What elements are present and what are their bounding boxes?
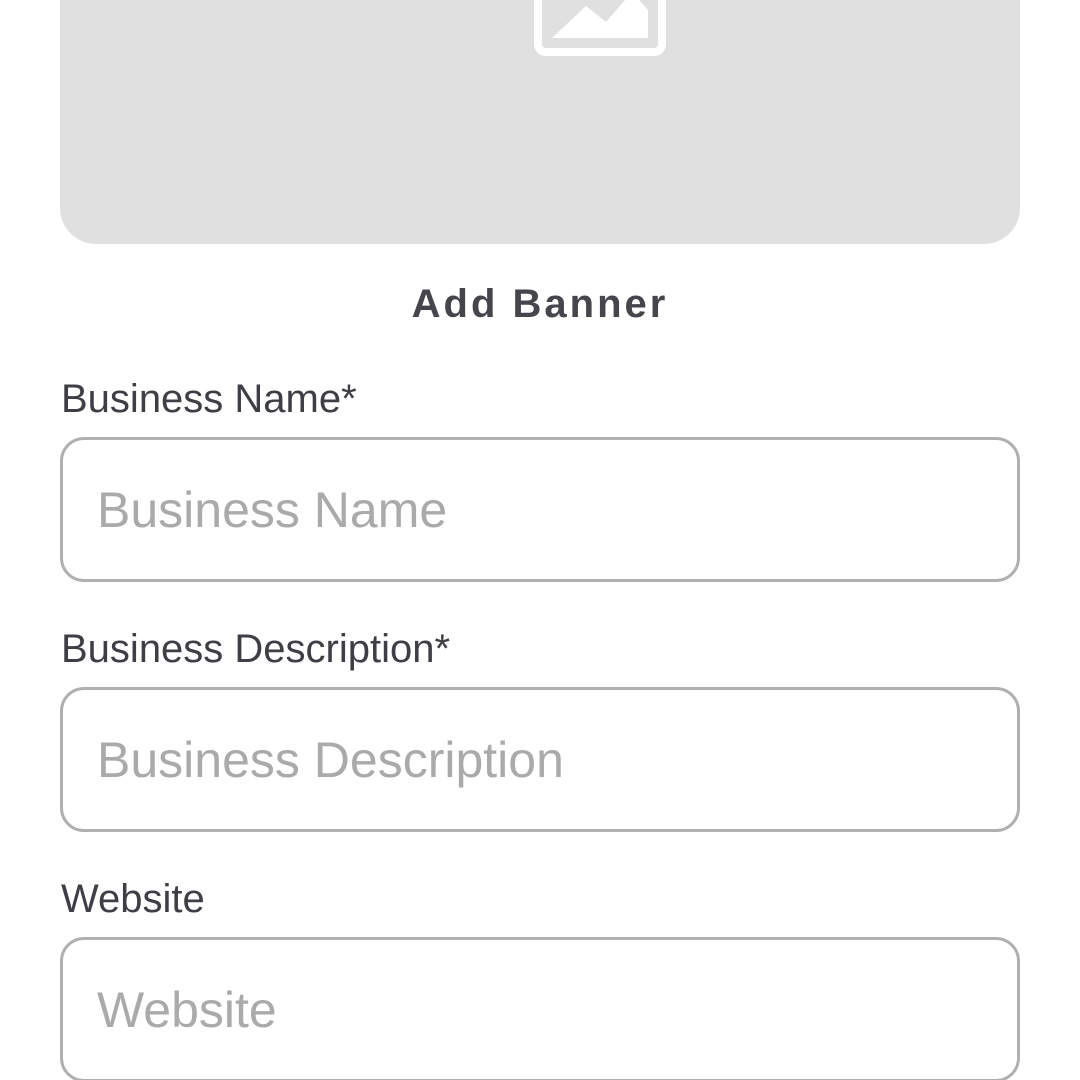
business-description-input[interactable] bbox=[60, 687, 1020, 832]
website-input[interactable] bbox=[60, 937, 1020, 1080]
business-name-input[interactable] bbox=[60, 437, 1020, 582]
business-description-label: Business Description* bbox=[61, 627, 451, 671]
add-banner-button[interactable]: Add Banner bbox=[0, 282, 1080, 327]
image-placeholder-icon bbox=[534, 0, 666, 56]
banner-upload-area[interactable] bbox=[60, 0, 1020, 244]
business-profile-form: Add Banner Business Name* Business Descr… bbox=[0, 0, 1080, 1080]
business-name-label: Business Name* bbox=[61, 377, 357, 421]
website-label: Website bbox=[61, 877, 205, 921]
